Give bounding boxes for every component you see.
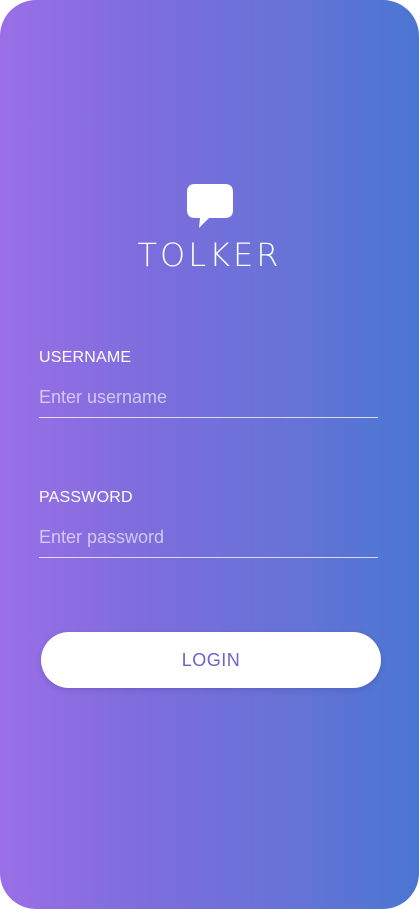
username-field: USERNAME <box>39 348 378 418</box>
brand-name: TOLKER <box>137 236 282 274</box>
password-label: PASSWORD <box>39 489 133 506</box>
username-input[interactable] <box>39 386 378 418</box>
password-input[interactable] <box>39 526 378 558</box>
username-label: USERNAME <box>39 349 132 366</box>
login-button[interactable]: LOGIN <box>41 632 381 688</box>
speech-bubble-icon <box>186 184 233 228</box>
login-screen: TOLKER USERNAME PASSWORD LOGIN <box>0 0 419 909</box>
brand-logo: TOLKER <box>0 182 419 271</box>
password-field: PASSWORD <box>39 488 378 558</box>
